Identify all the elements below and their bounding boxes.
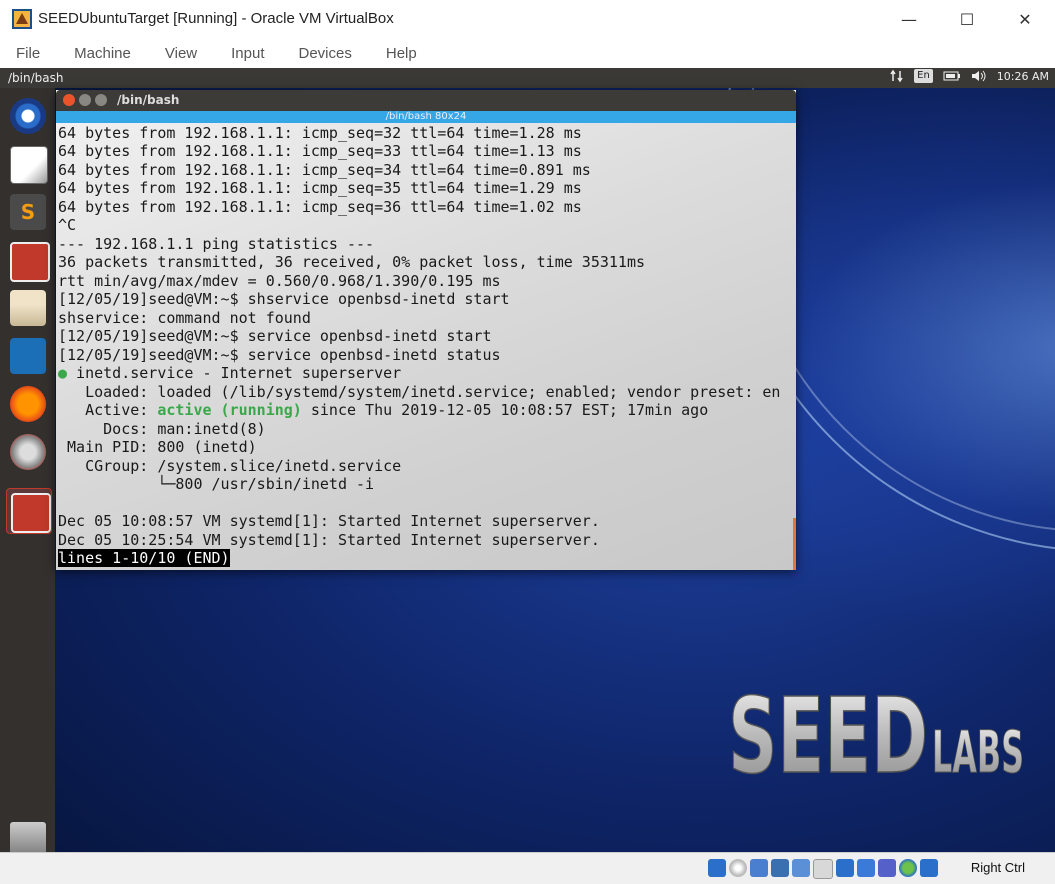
launcher-sublime[interactable]: S — [6, 190, 50, 234]
terminal-output[interactable]: 64 bytes from 192.168.1.1: icmp_seq=32 t… — [56, 123, 796, 570]
maximize-button[interactable]: ☐ — [938, 0, 996, 38]
terminal-line: [12/05/19]seed@VM:~$ service openbsd-ine… — [58, 346, 501, 364]
terminal-line: 64 bytes from 192.168.1.1: icmp_seq=32 t… — [58, 124, 582, 142]
optical-drive-icon[interactable] — [729, 859, 747, 877]
svg-text:SEED: SEED — [728, 675, 928, 782]
virtualbox-app-icon — [12, 9, 32, 29]
service-title: inetd.service - Internet superserver — [67, 364, 402, 382]
vbox-menubar: File Machine View Input Devices Help — [0, 38, 1055, 68]
shared-folders-icon[interactable] — [813, 859, 833, 879]
terminal-close-icon[interactable] — [63, 94, 75, 106]
network-adapter-icon[interactable] — [771, 859, 789, 877]
status-dot-icon: ● — [58, 364, 68, 382]
ubuntu-logo-icon — [10, 98, 46, 134]
network-icon[interactable] — [890, 69, 904, 83]
video-capture-icon[interactable] — [857, 859, 875, 877]
guest-top-panel: /bin/bash En 10:26 AM — [0, 68, 1055, 88]
terminal-line: ^C — [58, 216, 77, 234]
menu-machine[interactable]: Machine — [58, 45, 141, 62]
seed-labs-logo: SEED LABS — [728, 674, 1025, 782]
launcher-text-editor[interactable] — [6, 142, 50, 186]
service-status-header: ● inetd.service - Internet superserver — [58, 364, 401, 382]
launcher-dash[interactable] — [6, 94, 50, 138]
terminal-title: /bin/bash — [117, 93, 180, 107]
menu-help[interactable]: Help — [370, 45, 427, 62]
terminal-line: shservice: command not found — [58, 309, 311, 327]
terminal-line: 36 packets transmitted, 36 received, 0% … — [58, 253, 645, 271]
terminal-minimize-icon[interactable] — [79, 94, 91, 106]
guest-panel-title: /bin/bash — [8, 71, 64, 85]
launcher-settings[interactable] — [6, 430, 50, 474]
host-key-label[interactable]: Right Ctrl — [971, 860, 1025, 875]
service-pid-line: Main PID: 800 (inetd) — [58, 438, 257, 456]
menu-devices[interactable]: Devices — [283, 45, 362, 62]
launcher-firefox[interactable] — [6, 382, 50, 426]
vbox-statusbar: Right Ctrl — [0, 852, 1055, 884]
service-docs-line: Docs: man:inetd(8) — [58, 420, 266, 438]
active-prefix: Active: — [58, 401, 158, 419]
battery-icon[interactable] — [943, 70, 961, 82]
terminal-scrollbar[interactable] — [793, 518, 796, 570]
guest-additions-icon[interactable] — [899, 859, 917, 877]
service-cgroup-line: CGroup: /system.slice/inetd.service — [58, 457, 402, 475]
mouse-integration-icon[interactable] — [920, 859, 938, 877]
svg-text:LABS: LABS — [932, 718, 1024, 782]
device-indicators — [708, 859, 938, 879]
terminal-line: 64 bytes from 192.168.1.1: icmp_seq=34 t… — [58, 161, 591, 179]
clock[interactable]: 10:26 AM — [997, 70, 1049, 83]
text-editor-icon — [10, 146, 48, 184]
terminal-tab-label: /bin/bash 80x24 — [385, 111, 467, 122]
keyboard-layout-indicator[interactable]: En — [914, 69, 933, 83]
launcher-terminal[interactable] — [6, 238, 50, 282]
service-active-line: Active: active (running) since Thu 2019-… — [58, 401, 708, 419]
sublime-text-icon: S — [10, 194, 46, 230]
terminal-line: [12/05/19]seed@VM:~$ service openbsd-ine… — [58, 327, 492, 345]
terminal-tab[interactable]: /bin/bash 80x24 — [56, 111, 796, 123]
unity-launcher: S — [0, 88, 55, 858]
usb-icon[interactable] — [792, 859, 810, 877]
firefox-icon — [10, 386, 46, 422]
terminal-titlebar[interactable]: /bin/bash — [56, 90, 796, 111]
service-loaded-line: Loaded: loaded (/lib/systemd/system/inet… — [58, 383, 781, 401]
terminal-window[interactable]: /bin/bash /bin/bash 80x24 64 bytes from … — [56, 90, 796, 570]
display-icon[interactable] — [836, 859, 854, 877]
settings-icon — [10, 434, 46, 470]
menu-input[interactable]: Input — [215, 45, 274, 62]
launcher-wireshark[interactable] — [6, 334, 50, 378]
launcher-files[interactable] — [6, 286, 50, 330]
maximize-icon: ☐ — [959, 9, 975, 29]
terminal-line: [12/05/19]seed@VM:~$ shservice openbsd-i… — [58, 290, 510, 308]
active-state: active (running) — [157, 401, 302, 419]
terminal-icon — [10, 242, 50, 282]
terminal-line: 64 bytes from 192.168.1.1: icmp_seq=36 t… — [58, 198, 582, 216]
terminal-line: --- 192.168.1.1 ping statistics --- — [58, 235, 375, 253]
close-icon: ✕ — [1018, 9, 1032, 29]
log-line: Dec 05 10:08:57 VM systemd[1]: Started I… — [58, 512, 600, 530]
terminal-maximize-icon[interactable] — [95, 94, 107, 106]
audio-icon[interactable] — [750, 859, 768, 877]
active-suffix: since Thu 2019-12-05 10:08:57 EST; 17min… — [301, 401, 709, 419]
log-line: Dec 05 10:25:54 VM systemd[1]: Started I… — [58, 531, 600, 549]
vbox-titlebar: SEEDUbuntuTarget [Running] - Oracle VM V… — [0, 0, 1055, 38]
terminal-line: 64 bytes from 192.168.1.1: icmp_seq=35 t… — [58, 179, 582, 197]
hard-disk-icon[interactable] — [708, 859, 726, 877]
minimize-button[interactable]: — — [880, 0, 938, 38]
pager-status: lines 1-10/10 (END) — [58, 549, 230, 567]
launcher-terminal-active[interactable] — [6, 488, 52, 534]
terminal-icon — [11, 493, 51, 533]
pager-prompt[interactable]: lines 1-10/10 (END) — [58, 549, 230, 567]
volume-icon[interactable] — [971, 70, 987, 82]
file-manager-icon — [10, 290, 46, 326]
wireshark-icon — [10, 338, 46, 374]
system-tray: En 10:26 AM — [890, 69, 1049, 83]
menu-view[interactable]: View — [149, 45, 207, 62]
window-title: SEEDUbuntuTarget [Running] - Oracle VM V… — [38, 10, 394, 27]
menu-file[interactable]: File — [0, 45, 50, 62]
terminal-line: 64 bytes from 192.168.1.1: icmp_seq=33 t… — [58, 142, 582, 160]
terminal-line: rtt min/avg/max/mdev = 0.560/0.968/1.390… — [58, 272, 501, 290]
minimize-icon: — — [901, 9, 917, 29]
service-cgroup-child: └─800 /usr/sbin/inetd -i — [58, 475, 375, 493]
close-button[interactable]: ✕ — [996, 0, 1054, 38]
vt-x-icon[interactable] — [878, 859, 896, 877]
